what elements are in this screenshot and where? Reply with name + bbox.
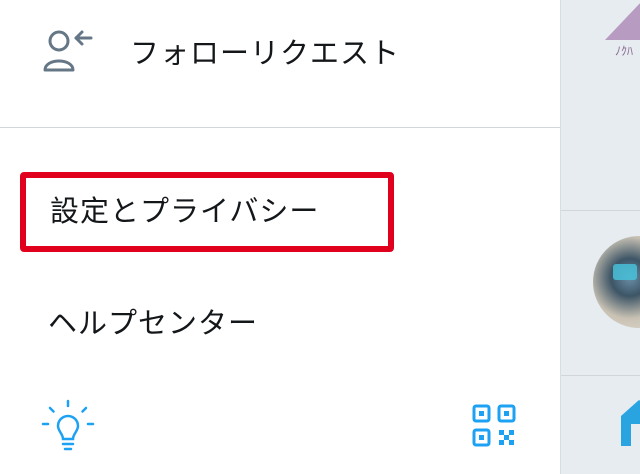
person-arrow-icon [43,30,93,72]
banner-image [605,3,640,40]
home-icon[interactable] [619,398,640,446]
timeline-pane: ﾉｸﾊ [560,0,640,474]
navigation-drawer: フォローリクエスト 設定とプライバシー ヘルプセンター [0,0,560,474]
banner-text: ﾉｸﾊ [615,44,634,58]
avatar[interactable] [593,236,640,328]
lightbulb-icon[interactable] [40,398,96,454]
help-center-item[interactable]: ヘルプセンター [48,300,258,342]
pane-divider [561,210,640,211]
menu-divider [0,127,560,128]
pane-divider [561,375,640,376]
follow-requests-label: フォローリクエスト [130,36,401,70]
settings-privacy-label: 設定とプライバシー [50,194,320,228]
follow-requests-item[interactable]: フォローリクエスト [0,16,560,78]
qr-code-icon[interactable] [470,402,520,450]
